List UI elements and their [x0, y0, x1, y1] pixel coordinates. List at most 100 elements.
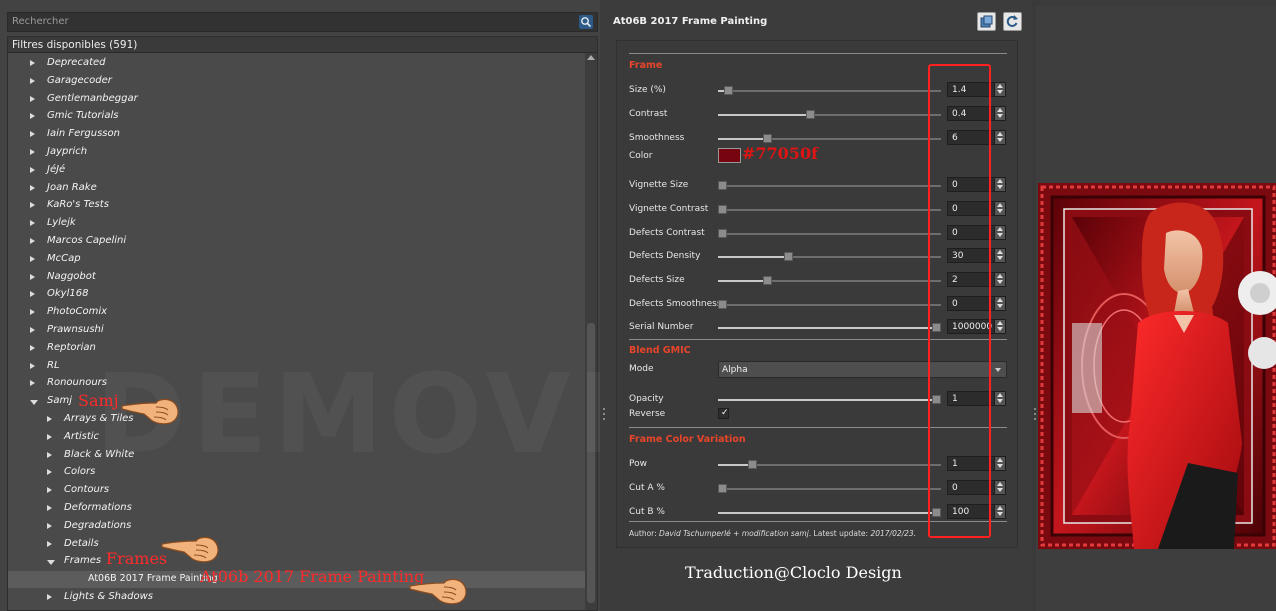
slider-defects_contrast[interactable]	[718, 229, 941, 238]
tree-item[interactable]: Jayprich	[8, 144, 587, 161]
expand-right-icon[interactable]	[30, 131, 35, 138]
search-icon[interactable]	[579, 15, 593, 29]
expand-right-icon[interactable]	[30, 60, 35, 66]
spin-buttons[interactable]	[994, 320, 1005, 333]
decrement-icon[interactable]	[997, 304, 1003, 308]
increment-icon[interactable]	[997, 393, 1003, 397]
preview-panel[interactable]	[1036, 6, 1276, 611]
expand-right-icon[interactable]	[47, 540, 52, 547]
slider-smoothness[interactable]	[718, 134, 941, 143]
expand-right-icon[interactable]	[30, 238, 35, 244]
decrement-icon[interactable]	[997, 256, 1003, 260]
expand-right-icon[interactable]	[30, 184, 35, 191]
increment-icon[interactable]	[997, 108, 1003, 112]
spin-buttons[interactable]	[994, 131, 1005, 144]
tree-scrollbar[interactable]	[585, 53, 597, 610]
expand-right-icon[interactable]	[30, 362, 35, 369]
tree-item[interactable]: Black & White	[8, 447, 587, 464]
scroll-up-icon[interactable]	[587, 55, 595, 60]
tree-item[interactable]: Degradations	[8, 518, 587, 535]
decrement-icon[interactable]	[997, 280, 1003, 284]
tree-item[interactable]: Okyl168	[8, 286, 587, 303]
increment-icon[interactable]	[997, 482, 1003, 486]
spin-buttons[interactable]	[994, 107, 1005, 120]
tree-item[interactable]: Ronounours	[8, 375, 587, 392]
spin-buttons[interactable]	[994, 83, 1005, 96]
search-input[interactable]: Rechercher	[7, 12, 598, 32]
tree-item[interactable]: Colors	[8, 464, 587, 481]
expand-right-icon[interactable]	[30, 344, 35, 351]
tree-item[interactable]: Deprecated	[8, 55, 587, 72]
tree-item[interactable]: Artistic	[8, 429, 587, 446]
decrement-icon[interactable]	[997, 138, 1003, 142]
slider-cut_b[interactable]	[718, 508, 941, 517]
expand-down-icon[interactable]	[47, 560, 55, 566]
expand-right-icon[interactable]	[47, 451, 52, 458]
slider-vignette_contrast[interactable]	[718, 205, 941, 214]
increment-icon[interactable]	[997, 227, 1003, 231]
expand-right-icon[interactable]	[30, 202, 35, 209]
expand-right-icon[interactable]	[30, 327, 35, 333]
slider-pow[interactable]	[718, 460, 941, 469]
tree-item[interactable]: RL	[8, 358, 587, 375]
expand-right-icon[interactable]	[47, 505, 52, 511]
slider-handle[interactable]	[718, 300, 727, 309]
expand-down-icon[interactable]	[30, 400, 38, 406]
expand-right-icon[interactable]	[30, 273, 35, 280]
slider-contrast[interactable]	[718, 110, 941, 119]
tree-item[interactable]: Contours	[8, 482, 587, 499]
expand-right-icon[interactable]	[30, 149, 35, 155]
slider-serial[interactable]	[718, 323, 941, 332]
increment-icon[interactable]	[997, 203, 1003, 207]
decrement-icon[interactable]	[997, 488, 1003, 492]
spin-buttons[interactable]	[994, 202, 1005, 215]
slider-handle[interactable]	[806, 110, 815, 119]
decrement-icon[interactable]	[997, 464, 1003, 468]
tree-item[interactable]: KaRo's Tests	[8, 197, 587, 214]
slider-handle[interactable]	[763, 134, 772, 143]
increment-icon[interactable]	[997, 321, 1003, 325]
expand-right-icon[interactable]	[30, 220, 35, 227]
tree-item[interactable]: McCap	[8, 251, 587, 268]
tree-item[interactable]: Joan Rake	[8, 180, 587, 197]
tree-item[interactable]: Lylejk	[8, 215, 587, 232]
spin-buttons[interactable]	[994, 249, 1005, 262]
tree-item[interactable]: Details	[8, 536, 587, 553]
expand-right-icon[interactable]	[30, 291, 35, 298]
tree-item[interactable]: Naggobot	[8, 269, 587, 286]
slider-handle[interactable]	[718, 181, 727, 190]
tree-item[interactable]: Garagecoder	[8, 73, 587, 90]
panel-splitter[interactable]	[600, 0, 610, 611]
slider-size[interactable]	[718, 86, 941, 95]
slider-cut_a[interactable]	[718, 484, 941, 493]
color-swatch[interactable]	[718, 148, 741, 163]
reverse-checkbox[interactable]: ✓	[718, 408, 729, 419]
expand-right-icon[interactable]	[30, 95, 35, 102]
tree-item[interactable]: JéJé	[8, 162, 587, 179]
increment-icon[interactable]	[997, 84, 1003, 88]
expand-right-icon[interactable]	[47, 487, 52, 494]
slider-defects_density[interactable]	[718, 252, 941, 261]
expand-right-icon[interactable]	[47, 469, 52, 476]
tree-item[interactable]: Lights & Shadows	[8, 589, 587, 606]
expand-right-icon[interactable]	[47, 522, 52, 529]
tree-item[interactable]: Deformations	[8, 500, 587, 517]
slider-handle[interactable]	[718, 229, 727, 238]
spin-buttons[interactable]	[994, 392, 1005, 405]
spin-buttons[interactable]	[994, 178, 1005, 191]
decrement-icon[interactable]	[997, 512, 1003, 516]
spin-buttons[interactable]	[994, 457, 1005, 470]
expand-right-icon[interactable]	[30, 77, 35, 84]
tree-item[interactable]: Arrays & Tiles	[8, 411, 587, 428]
slider-handle[interactable]	[748, 460, 757, 469]
tree-item[interactable]: Gentlemanbeggar	[8, 91, 587, 108]
spin-buttons[interactable]	[994, 505, 1005, 518]
tree-item[interactable]: Reptorian	[8, 340, 587, 357]
expand-right-icon[interactable]	[47, 594, 52, 600]
decrement-icon[interactable]	[997, 327, 1003, 331]
increment-icon[interactable]	[997, 179, 1003, 183]
decrement-icon[interactable]	[997, 399, 1003, 403]
slider-handle[interactable]	[724, 86, 733, 95]
decrement-icon[interactable]	[997, 233, 1003, 237]
spin-buttons[interactable]	[994, 273, 1005, 286]
